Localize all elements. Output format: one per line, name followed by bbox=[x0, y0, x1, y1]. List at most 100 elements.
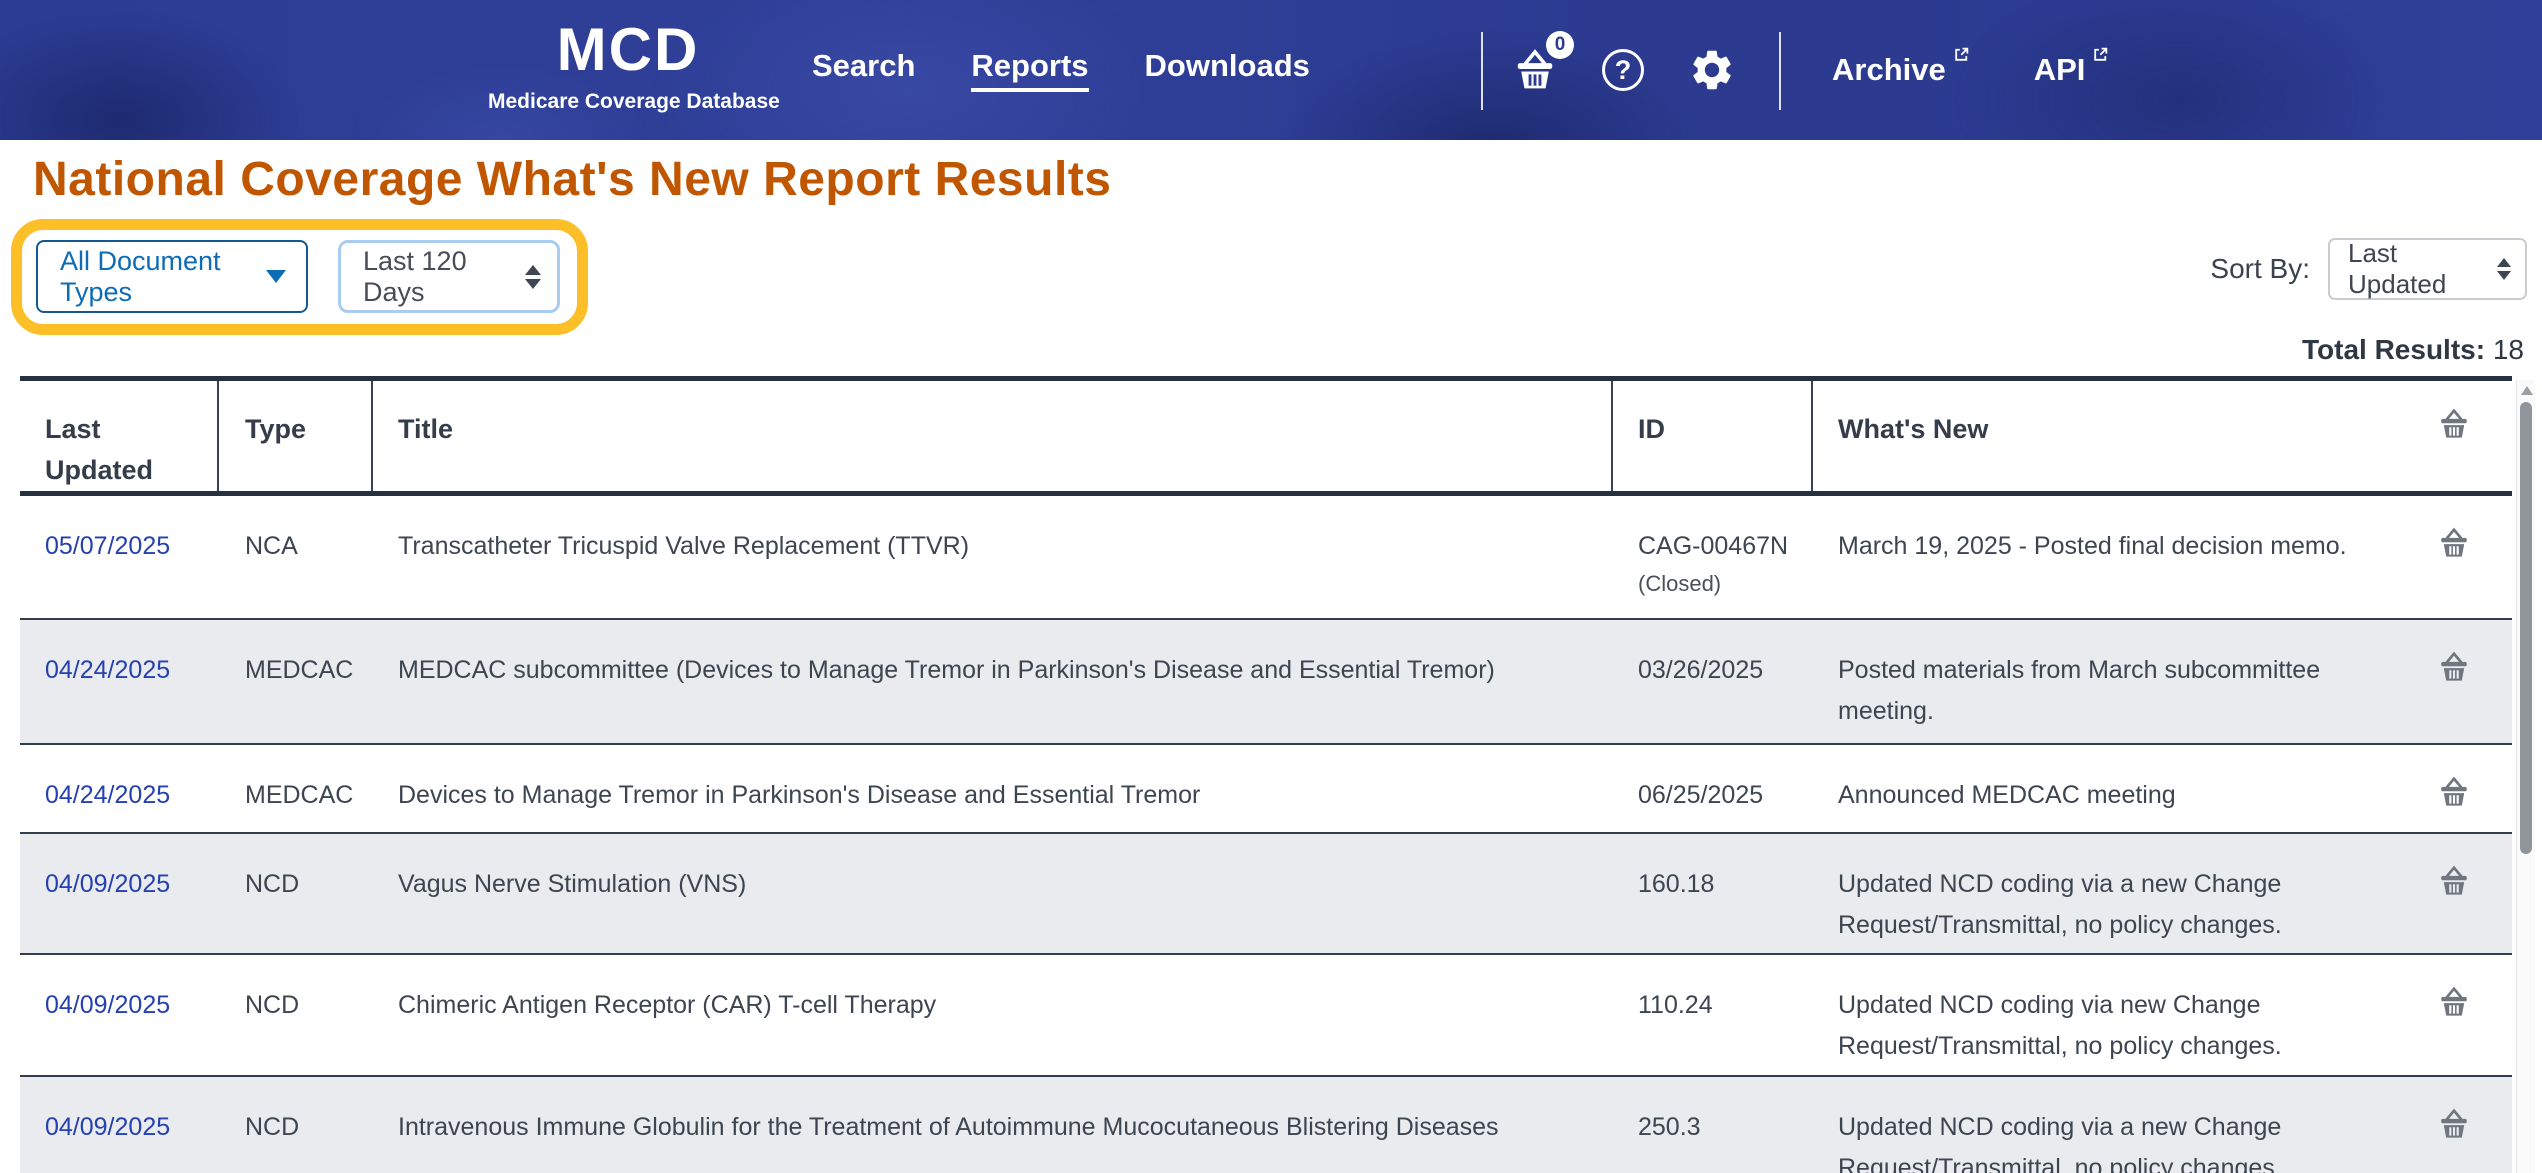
table-row: 04/24/2025 MEDCAC Devices to Manage Trem… bbox=[20, 743, 2512, 832]
total-results-label: Total Results: bbox=[2302, 334, 2485, 365]
external-link-icon bbox=[1953, 46, 1970, 63]
basket-icon bbox=[2437, 526, 2471, 560]
row-type: NCD bbox=[219, 834, 373, 953]
date-range-select-value: Last 120 Days bbox=[363, 246, 517, 308]
api-link[interactable]: API bbox=[2034, 52, 2110, 88]
row-type: NCD bbox=[219, 955, 373, 1075]
row-whats-new: Updated NCD coding via new Change Reques… bbox=[1813, 955, 2437, 1075]
row-id: CAG-00467N(Closed) bbox=[1613, 496, 1813, 618]
row-type: NCD bbox=[219, 1077, 373, 1173]
row-title: Devices to Manage Tremor in Parkinson's … bbox=[373, 745, 1613, 832]
table-row: 04/24/2025 MEDCAC MEDCAC subcommittee (D… bbox=[20, 618, 2512, 743]
archive-link-label: Archive bbox=[1832, 52, 1946, 88]
sort-by-label: Sort By: bbox=[2190, 253, 2310, 285]
col-header-id: ID bbox=[1613, 381, 1813, 491]
select-updown-icon bbox=[2497, 258, 2511, 280]
mcd-logo-title: MCD bbox=[488, 18, 768, 82]
gear-icon bbox=[1688, 46, 1736, 94]
mcd-logo[interactable]: MCD Medicare Coverage Database bbox=[488, 18, 768, 114]
settings-button[interactable] bbox=[1688, 46, 1736, 94]
basket-icon bbox=[2437, 985, 2471, 1019]
row-date-link[interactable]: 04/24/2025 bbox=[45, 781, 170, 809]
add-to-basket-button[interactable] bbox=[2437, 526, 2471, 618]
page-title: National Coverage What's New Report Resu… bbox=[33, 152, 1111, 207]
document-type-dropdown-value: All Document Types bbox=[60, 246, 256, 308]
select-updown-icon bbox=[525, 265, 541, 289]
sort-by-select-value: Last Updated bbox=[2348, 238, 2489, 300]
basket-icon bbox=[2437, 1107, 2471, 1141]
add-all-to-basket-button[interactable] bbox=[2437, 381, 2512, 491]
page: MCD Medicare Coverage Database Search Re… bbox=[0, 0, 2542, 1173]
total-results: Total Results: 18 bbox=[2302, 334, 2524, 366]
table-scrollbar[interactable] bbox=[2516, 380, 2535, 1173]
table-header-row: Last Updated Type Title ID What's New bbox=[20, 381, 2512, 496]
basket-count-badge: 0 bbox=[1546, 31, 1574, 59]
row-type: NCA bbox=[219, 496, 373, 618]
external-link-icon bbox=[2092, 46, 2109, 63]
header-divider bbox=[1779, 32, 1781, 110]
row-id: 160.18 bbox=[1613, 834, 1813, 953]
row-date-link[interactable]: 04/09/2025 bbox=[45, 870, 170, 898]
row-id: 03/26/2025 bbox=[1613, 620, 1813, 743]
date-range-select[interactable]: Last 120 Days bbox=[338, 240, 560, 313]
help-icon: ? bbox=[1602, 49, 1644, 91]
scrollbar-thumb[interactable] bbox=[2520, 402, 2532, 854]
archive-link[interactable]: Archive bbox=[1832, 52, 1970, 88]
total-results-value: 18 bbox=[2493, 334, 2524, 365]
add-to-basket-button[interactable] bbox=[2437, 775, 2471, 832]
row-id-note: (Closed) bbox=[1638, 567, 1803, 601]
header-photo-backdrop bbox=[0, 10, 300, 140]
row-date-link[interactable]: 04/09/2025 bbox=[45, 991, 170, 1019]
nav-search[interactable]: Search bbox=[812, 48, 915, 92]
add-to-basket-button[interactable] bbox=[2437, 650, 2471, 743]
row-title: Chimeric Antigen Receptor (CAR) T-cell T… bbox=[373, 955, 1613, 1075]
col-header-last-updated: Last Updated bbox=[20, 381, 219, 491]
row-whats-new: Updated NCD coding via a new Change Requ… bbox=[1813, 834, 2437, 953]
row-whats-new: March 19, 2025 - Posted final decision m… bbox=[1813, 496, 2437, 618]
header-divider bbox=[1481, 32, 1483, 110]
chevron-down-icon bbox=[266, 270, 286, 283]
external-links: Archive API bbox=[1832, 0, 2109, 140]
table-row: 04/09/2025 NCD Vagus Nerve Stimulation (… bbox=[20, 832, 2512, 953]
basket-icon bbox=[2437, 775, 2471, 809]
add-to-basket-button[interactable] bbox=[2437, 864, 2471, 953]
header-icon-group: 0 ? bbox=[1512, 0, 1736, 140]
nav-downloads[interactable]: Downloads bbox=[1145, 48, 1310, 92]
row-id: 110.24 bbox=[1613, 955, 1813, 1075]
col-header-type: Type bbox=[219, 381, 373, 491]
scrollbar-up-arrow-icon[interactable] bbox=[2521, 386, 2533, 395]
col-header-title: Title bbox=[373, 381, 1613, 491]
row-type: MEDCAC bbox=[219, 745, 373, 832]
basket-icon bbox=[2437, 407, 2471, 441]
results-table: Last Updated Type Title ID What's New 05… bbox=[20, 376, 2512, 1173]
row-whats-new: Posted materials from March subcommittee… bbox=[1813, 620, 2437, 743]
nav-reports[interactable]: Reports bbox=[971, 48, 1088, 92]
api-link-label: API bbox=[2034, 52, 2086, 88]
row-title: Intravenous Immune Globulin for the Trea… bbox=[373, 1077, 1613, 1173]
row-id: 06/25/2025 bbox=[1613, 745, 1813, 832]
row-title: Transcatheter Tricuspid Valve Replacemen… bbox=[373, 496, 1613, 618]
main-nav: Search Reports Downloads bbox=[812, 0, 1310, 140]
table-row: 04/09/2025 NCD Chimeric Antigen Receptor… bbox=[20, 953, 2512, 1075]
help-button[interactable]: ? bbox=[1602, 49, 1644, 91]
row-type: MEDCAC bbox=[219, 620, 373, 743]
basket-icon bbox=[2437, 650, 2471, 684]
row-id: 250.3 bbox=[1613, 1077, 1813, 1173]
row-date-link[interactable]: 04/09/2025 bbox=[45, 1113, 170, 1141]
row-whats-new: Announced MEDCAC meeting bbox=[1813, 745, 2437, 832]
table-row: 04/09/2025 NCD Intravenous Immune Globul… bbox=[20, 1075, 2512, 1173]
mcd-logo-subtitle: Medicare Coverage Database bbox=[488, 90, 768, 114]
row-whats-new: Updated NCD coding via a new Change Requ… bbox=[1813, 1077, 2437, 1173]
basket-button[interactable]: 0 bbox=[1512, 47, 1558, 93]
row-date-link[interactable]: 04/24/2025 bbox=[45, 656, 170, 684]
table-row: 05/07/2025 NCA Transcatheter Tricuspid V… bbox=[20, 496, 2512, 618]
basket-icon bbox=[2437, 864, 2471, 898]
sort-by-select[interactable]: Last Updated bbox=[2328, 238, 2527, 300]
document-type-dropdown[interactable]: All Document Types bbox=[36, 240, 308, 313]
top-header: MCD Medicare Coverage Database Search Re… bbox=[0, 0, 2542, 140]
row-title: Vagus Nerve Stimulation (VNS) bbox=[373, 834, 1613, 953]
add-to-basket-button[interactable] bbox=[2437, 985, 2471, 1075]
row-title: MEDCAC subcommittee (Devices to Manage T… bbox=[373, 620, 1613, 743]
row-date-link[interactable]: 05/07/2025 bbox=[45, 532, 170, 560]
add-to-basket-button[interactable] bbox=[2437, 1107, 2471, 1173]
